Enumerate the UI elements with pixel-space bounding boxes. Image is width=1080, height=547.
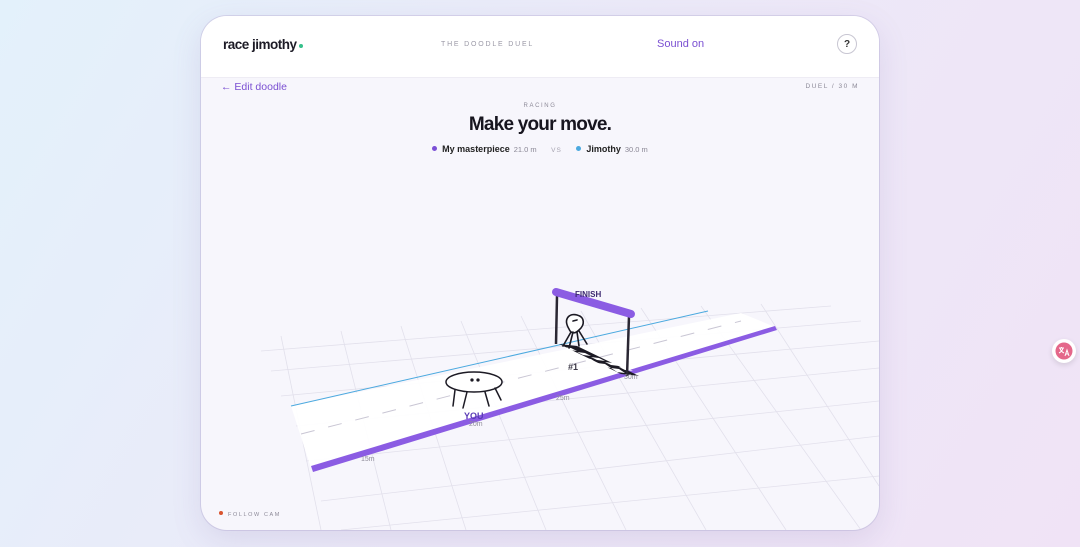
game-device: race jimothy THE DOODLE DUEL Sound on ? … <box>201 16 879 530</box>
marker-15m: 15m <box>361 456 375 463</box>
race-scene: FINISH #1 YOU 15m 20m 25m 30m <box>260 288 879 530</box>
follow-cam-toggle[interactable]: FOLLOW CAM <box>219 511 281 518</box>
marker-20m: 20m <box>469 421 483 428</box>
record-dot-icon <box>219 511 223 515</box>
translate-glyph-icon <box>1055 342 1073 360</box>
marker-30m: 30m <box>624 374 638 381</box>
you-label: YOU <box>464 411 484 421</box>
race-track <box>291 313 775 468</box>
translate-icon[interactable] <box>1052 339 1076 363</box>
finish-label: FINISH <box>575 290 601 299</box>
follow-cam-label: FOLLOW CAM <box>228 512 281 518</box>
rank-label: #1 <box>568 362 578 372</box>
marker-25m: 25m <box>556 395 570 402</box>
